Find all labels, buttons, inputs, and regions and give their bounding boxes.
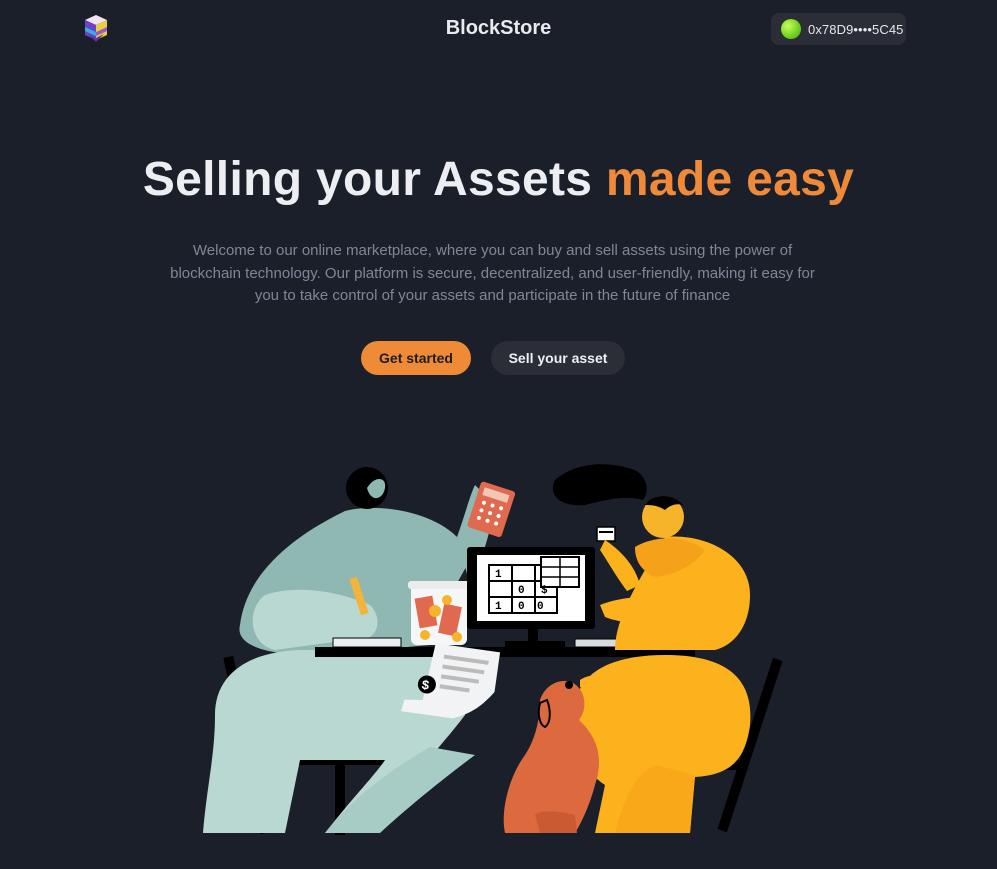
hero-description: Welcome to our online marketplace, where… [170,242,815,304]
sheet-cell-1: 1 [495,569,502,581]
sheet-cell-3: $ [541,585,548,597]
sheet-cell-5: 0 [518,601,525,613]
wallet-avatar-icon [781,19,801,39]
wallet-button[interactable]: 0x78D9••••5C45 [771,13,906,45]
get-started-button[interactable]: Get started [361,341,471,375]
wallet-address: 0x78D9••••5C45 [808,21,904,37]
hero-title: Selling your Assets made easy [0,152,997,207]
hero-title-main: Selling your Assets [142,153,593,206]
top-header: BlockStore 0x78D9••••5C45 [0,0,997,58]
sheet-cell-6: 0 [537,601,544,613]
sheet-cell-4: 1 [495,601,502,613]
hero-title-accent: made easy [605,153,855,206]
people-working-at-desk-illustration: 1 0 $ 1 0 0 $ [195,455,795,839]
sheet-cell-2: 0 [518,585,525,597]
sell-asset-button[interactable]: Sell your asset [491,341,625,375]
